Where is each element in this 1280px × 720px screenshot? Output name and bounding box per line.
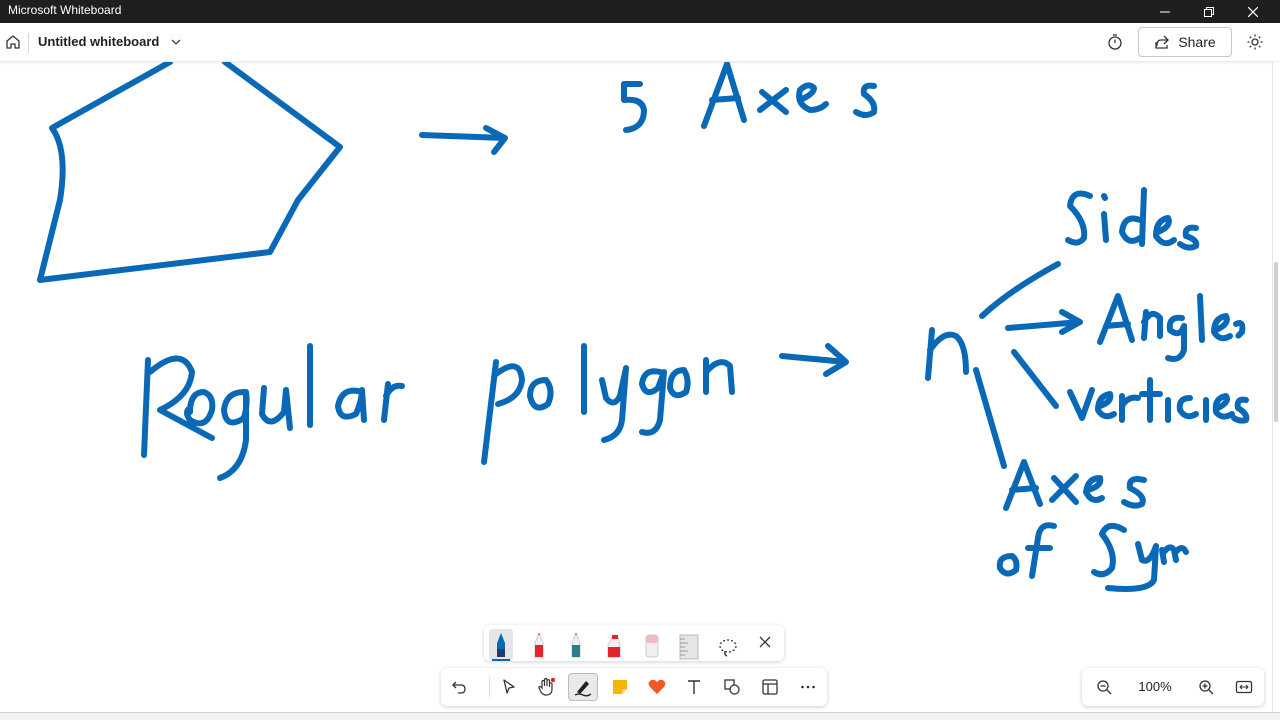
gear-icon (1247, 34, 1263, 50)
ink-branch-angles[interactable] (1005, 309, 1083, 335)
zoom-level[interactable]: 100% (1132, 679, 1178, 694)
shapes-button[interactable] (717, 673, 747, 701)
window-titlebar: Microsoft Whiteboard (0, 0, 1280, 23)
close-icon (759, 636, 771, 648)
timer-icon (1108, 34, 1122, 50)
share-label: Share (1178, 34, 1216, 50)
highlighter-icon[interactable] (601, 629, 627, 661)
eraser-icon[interactable] (639, 629, 665, 661)
zoom-out-icon (1097, 680, 1112, 695)
ink-layer (37, 59, 1250, 592)
home-icon (6, 35, 20, 49)
ink-branch-axes[interactable] (973, 367, 1007, 469)
ink-text-angles[interactable] (1097, 293, 1246, 362)
sticky-note-button[interactable] (605, 673, 635, 701)
lasso-select-icon[interactable] (715, 631, 741, 663)
taskbar-edge (0, 712, 1280, 720)
timer-button[interactable] (1103, 30, 1127, 54)
ink-text-5-axes[interactable] (621, 61, 878, 133)
header-divider (28, 33, 29, 53)
share-icon (1155, 35, 1170, 49)
close-button[interactable] (1231, 0, 1275, 23)
heart-icon (648, 679, 666, 694)
ink-arrow-top[interactable] (419, 125, 508, 155)
ink-branch-sides[interactable] (979, 261, 1061, 319)
zoom-in-button[interactable] (1194, 675, 1218, 699)
undo-button[interactable] (444, 673, 474, 701)
home-button[interactable] (2, 29, 24, 55)
ruler-icon[interactable] (676, 629, 702, 661)
pointer-icon (503, 679, 515, 694)
ink-pentagon[interactable] (37, 59, 343, 283)
minimize-icon (1160, 11, 1170, 12)
pen-icon (574, 681, 592, 697)
zoom-out-button[interactable] (1092, 675, 1116, 699)
toolbar-divider (489, 677, 490, 697)
ink-text-regular-polygon[interactable] (141, 343, 735, 481)
shapes-icon (724, 679, 740, 695)
pen-tray (484, 625, 784, 661)
bottom-toolbar (441, 668, 827, 706)
more-icon (801, 685, 815, 689)
select-tool-button[interactable] (494, 673, 524, 701)
undo-icon (452, 681, 466, 694)
ink-arrow-middle[interactable] (779, 343, 849, 377)
text-icon (688, 680, 700, 694)
pen-tool-button[interactable] (568, 673, 598, 701)
text-tool-button[interactable] (679, 673, 709, 701)
settings-button[interactable] (1243, 30, 1267, 54)
fit-screen-icon (1235, 680, 1253, 694)
ink-text-axes-of-sym[interactable] (996, 459, 1189, 592)
whiteboard-canvas[interactable] (0, 59, 1272, 712)
chevron-down-icon[interactable] (168, 34, 184, 50)
more-options-button[interactable] (793, 673, 823, 701)
zoom-controls: 100% (1082, 668, 1264, 706)
restore-icon (1204, 6, 1214, 17)
restore-button[interactable] (1187, 0, 1231, 23)
fit-to-screen-button[interactable] (1232, 675, 1256, 699)
hand-icon (538, 677, 556, 696)
app-header: Untitled whiteboard Share (0, 23, 1280, 62)
ink-text-vertices[interactable] (1067, 377, 1250, 424)
zoom-in-icon (1199, 680, 1214, 695)
ink-text-n[interactable] (925, 327, 969, 381)
close-tray-button[interactable] (756, 633, 774, 651)
reactions-button[interactable] (642, 673, 672, 701)
blue-pen-icon[interactable] (488, 629, 514, 661)
teal-pen-icon[interactable] (563, 629, 589, 661)
share-button[interactable]: Share (1138, 27, 1232, 57)
ink-branch-vertices[interactable] (1011, 349, 1059, 409)
red-pen-icon[interactable] (526, 629, 552, 661)
hand-tool-button[interactable] (531, 673, 561, 701)
sticky-note-icon (613, 680, 627, 694)
vertical-scrollbar[interactable] (1272, 62, 1280, 712)
scrollbar-thumb[interactable] (1274, 262, 1278, 422)
app-title: Microsoft Whiteboard (8, 3, 122, 17)
templates-icon (762, 679, 778, 695)
minimize-button[interactable] (1143, 0, 1187, 23)
ink-text-sides[interactable] (1065, 187, 1200, 251)
close-icon (1248, 6, 1258, 17)
whiteboard-title[interactable]: Untitled whiteboard (38, 34, 159, 49)
templates-button[interactable] (755, 673, 785, 701)
